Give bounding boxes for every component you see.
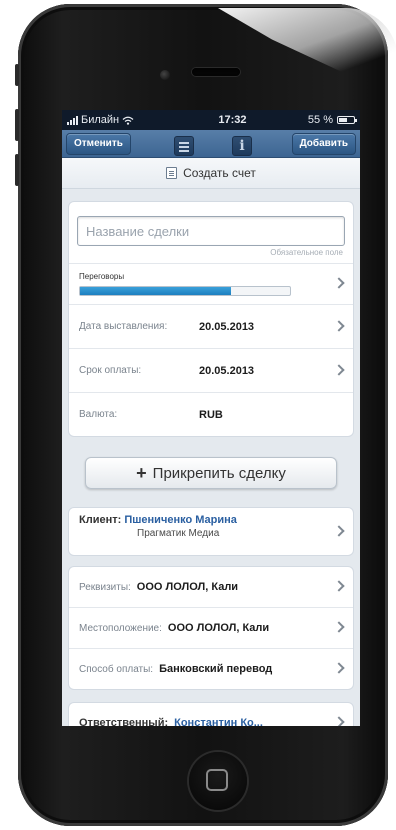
clock: 17:32 bbox=[218, 114, 247, 126]
cancel-button[interactable]: Отменить bbox=[66, 132, 131, 155]
wifi-icon bbox=[122, 116, 134, 125]
required-hint: Обязательное поле bbox=[270, 248, 343, 257]
responsible-card: Ответственный: Константин Ко... bbox=[68, 702, 354, 726]
currency-label: Валюта: bbox=[79, 409, 118, 420]
currency-value: RUB bbox=[199, 408, 223, 421]
payment-method-row[interactable]: Способ оплаты: Банковский перевод bbox=[69, 648, 353, 689]
due-date-value: 20.05.2013 bbox=[199, 364, 255, 377]
client-label: Клиент: bbox=[79, 514, 122, 526]
volume-down-button bbox=[15, 154, 19, 186]
client-name: Пшениченко Марина bbox=[124, 514, 237, 526]
front-camera-icon bbox=[160, 70, 170, 80]
requisites-label: Реквизиты: bbox=[79, 581, 131, 593]
location-row[interactable]: Местоположение: ООО ЛОЛОЛ, Кали bbox=[69, 607, 353, 648]
page-title: Создать счет bbox=[183, 166, 256, 180]
due-date-row[interactable]: Срок оплаты: 20.05.2013 bbox=[69, 348, 353, 392]
payment-method-value: Банковский перевод bbox=[159, 663, 273, 675]
battery-icon bbox=[337, 116, 357, 124]
home-square-icon bbox=[206, 769, 228, 791]
attach-deal-label: Прикрепить сделку bbox=[152, 464, 286, 482]
glass-reflection bbox=[218, 8, 396, 98]
location-label: Местоположение: bbox=[79, 622, 162, 634]
client-company: Прагматик Медиа bbox=[137, 528, 220, 539]
nav-center-icons: i bbox=[174, 136, 252, 156]
stage-label: Переговоры bbox=[79, 272, 125, 281]
chevron-right-icon bbox=[333, 319, 345, 332]
location-value: ООО ЛОЛОЛ, Кали bbox=[167, 622, 270, 634]
signal-icon bbox=[67, 115, 78, 125]
nav-bar: Отменить i Добавить bbox=[62, 130, 360, 158]
date-issued-value: 20.05.2013 bbox=[199, 320, 255, 333]
chevron-right-icon bbox=[333, 277, 345, 289]
plus-icon: + bbox=[136, 462, 147, 483]
requisites-value: ООО ЛОЛОЛ, Кали bbox=[136, 581, 239, 593]
invoice-form-card: Название сделки Обязательное поле Перего… bbox=[68, 201, 354, 437]
date-issued-row[interactable]: Дата выставления: 20.05.2013 bbox=[69, 304, 353, 348]
status-bar: Билайн 17:32 55 % bbox=[62, 110, 360, 130]
chevron-right-icon bbox=[333, 363, 345, 376]
chevron-right-icon bbox=[333, 716, 345, 726]
home-button[interactable] bbox=[189, 752, 247, 810]
list-icon[interactable] bbox=[174, 136, 194, 156]
requisites-row[interactable]: Реквизиты: ООО ЛОЛОЛ, Кали bbox=[69, 567, 353, 607]
attach-wrap: + Прикрепить сделку bbox=[62, 457, 360, 489]
earpiece-speaker bbox=[192, 68, 240, 76]
page-header: Создать счет bbox=[62, 158, 360, 189]
date-issued-label: Дата выставления: bbox=[79, 321, 168, 332]
chevron-right-icon bbox=[333, 621, 345, 633]
app-screen: Билайн 17:32 55 % Отменить i Добавить Со… bbox=[62, 110, 360, 726]
add-button[interactable]: Добавить bbox=[291, 132, 356, 155]
client-row[interactable]: Клиент: Пшениченко Марина Прагматик Меди… bbox=[69, 508, 353, 555]
client-card[interactable]: Клиент: Пшениченко Марина Прагматик Меди… bbox=[68, 507, 354, 556]
responsible-value: Константин Ко... bbox=[174, 717, 263, 726]
info-icon[interactable]: i bbox=[232, 136, 252, 156]
payment-method-label: Способ оплаты: bbox=[79, 663, 154, 675]
volume-up-button bbox=[15, 109, 19, 141]
battery-percent: 55 % bbox=[307, 114, 333, 126]
due-date-label: Срок оплаты: bbox=[79, 365, 142, 376]
carrier-name: Билайн bbox=[81, 114, 120, 126]
battery-group: 55 % bbox=[307, 114, 357, 126]
mute-switch bbox=[15, 64, 19, 86]
attach-deal-button[interactable]: + Прикрепить сделку bbox=[85, 457, 337, 489]
invoice-icon bbox=[166, 167, 178, 179]
stage-row[interactable]: Переговоры bbox=[69, 263, 353, 304]
currency-row[interactable]: Валюта: RUB bbox=[69, 392, 353, 436]
carrier-group: Билайн bbox=[67, 114, 177, 126]
chevron-right-icon bbox=[333, 580, 345, 592]
chevron-right-icon bbox=[333, 662, 345, 674]
deal-name-input[interactable]: Название сделки bbox=[77, 216, 345, 246]
stage-progress-bar bbox=[79, 286, 291, 296]
responsible-label: Ответственный: bbox=[79, 717, 169, 726]
responsible-row[interactable]: Ответственный: Константин Ко... bbox=[69, 703, 353, 726]
details-card: Реквизиты: ООО ЛОЛОЛ, Кали Местоположени… bbox=[68, 566, 354, 690]
